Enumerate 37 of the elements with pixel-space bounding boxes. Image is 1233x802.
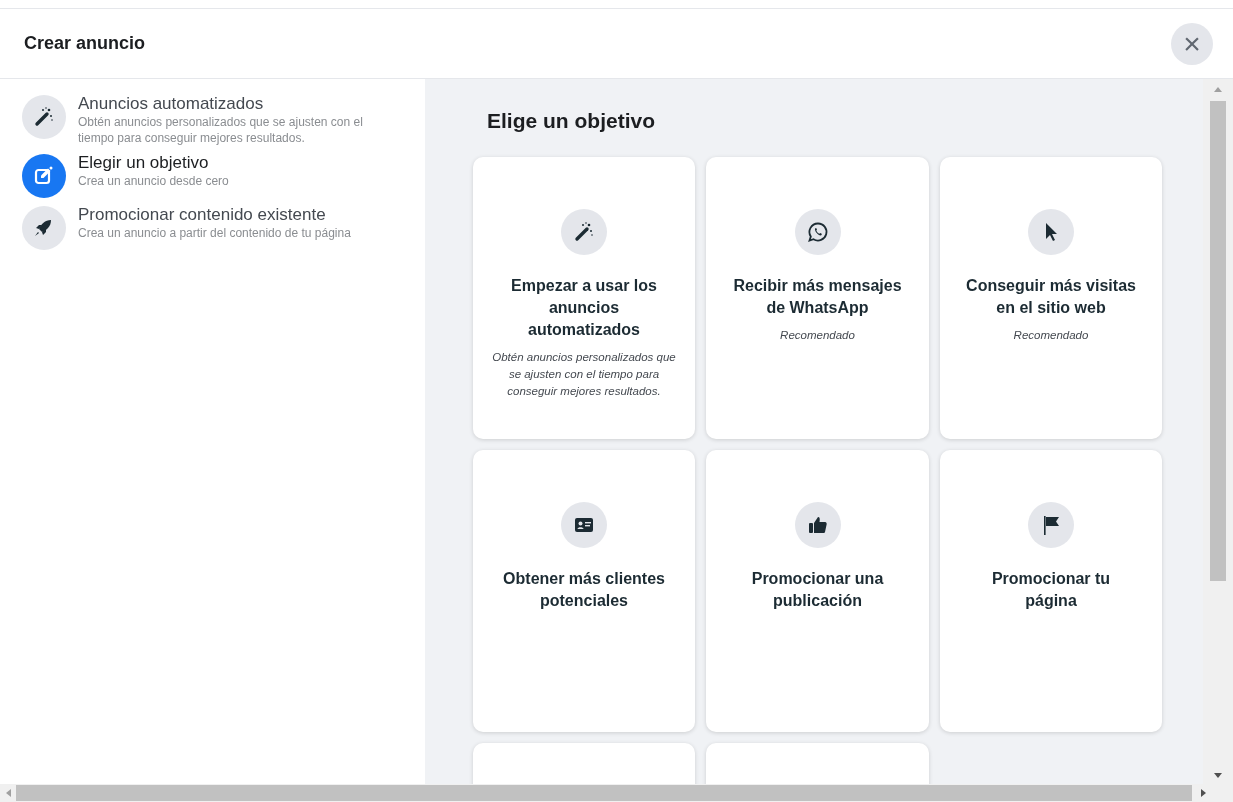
scroll-left-icon[interactable]	[4, 788, 12, 798]
card-note: Obtén anuncios personalizados que se ajusten con el tiempo para conseguir mejores resultados.	[491, 349, 677, 399]
objective-card[interactable]: Promocionar tu página	[940, 449, 1162, 732]
scrollbar-thumb[interactable]	[16, 785, 1192, 801]
scroll-up-icon[interactable]	[1213, 85, 1223, 93]
objective-card[interactable]: Obtener más clientes potenciales	[473, 449, 695, 732]
card-title: Promocionar una publicación	[750, 568, 885, 611]
item-title: Promocionar contenido existente	[78, 204, 327, 225]
item-description: Crea un anuncio a partir del contenido de tu página	[78, 225, 352, 241]
card-title: Promocionar tu página	[990, 568, 1112, 611]
scroll-down-icon[interactable]	[1213, 772, 1223, 780]
objective-card[interactable]: Promocionar una publicación	[706, 449, 929, 732]
objective-card[interactable]: Empezar a usar los anuncios automatizados Obtén anuncios personalizados que se ajusten con el tiempo para conseguir mejores resultados.	[473, 156, 695, 439]
card-title: Obtener más clientes potenciales	[502, 568, 666, 611]
card-note: Recomendado	[1013, 327, 1089, 343]
item-title: Anuncios automatizados	[78, 93, 265, 114]
item-description: Obtén anuncios personalizados que se ajusten con el tiempo para conseguir mejores resultados.	[78, 114, 364, 146]
sidebar-item[interactable]: Promocionar contenido existente Crea un anuncio a partir del contenido de tu página	[22, 204, 415, 250]
item-description: Crea un anuncio desde cero	[78, 173, 230, 189]
magic-wand-icon	[32, 105, 56, 129]
scrollbar-thumb[interactable]	[1210, 101, 1226, 581]
close-button[interactable]: ×	[1171, 22, 1213, 65]
card-title: Empezar a usar los anuncios automatizados	[510, 275, 658, 340]
card-title: Recibir más mensajes de WhatsApp	[732, 275, 903, 318]
magic-wand-icon	[572, 219, 596, 244]
dialog-title: Crear anuncio	[24, 32, 146, 55]
objective-card[interactable]: Recibir más mensajes de WhatsApp Recomendado	[706, 156, 929, 439]
sidebar-item[interactable]: Anuncios automatizados Obtén anuncios personalizados que se ajusten con el tiempo para conseguir mejores resultados.	[22, 93, 415, 146]
objective-card[interactable]: Conseguir más visitas en el sitio web Recomendado	[940, 156, 1162, 439]
card-note: Recomendado	[780, 327, 855, 343]
horizontal-scrollbar[interactable]	[0, 784, 1233, 802]
section-heading: Elige un objetivo	[487, 108, 656, 134]
vertical-scrollbar[interactable]	[1203, 79, 1233, 784]
card-title: Conseguir más visitas en el sitio web	[965, 275, 1137, 318]
item-title: Elegir un objetivo	[78, 152, 210, 173]
scroll-right-icon[interactable]	[1200, 788, 1208, 798]
sidebar-item[interactable]: Elegir un objetivo Crea un anuncio desde cero	[22, 152, 415, 198]
